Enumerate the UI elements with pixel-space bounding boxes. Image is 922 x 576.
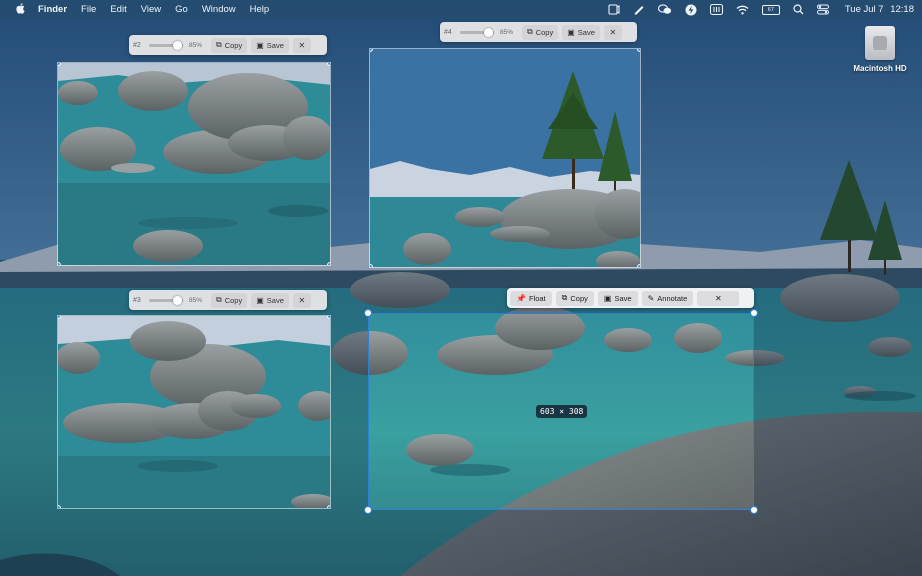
save-label: Save: [577, 27, 595, 37]
opacity-slider[interactable]: [149, 40, 183, 50]
pin-number: #3: [133, 296, 141, 304]
copy-icon: ⧉: [216, 40, 222, 49]
screenshot-icon[interactable]: [608, 0, 620, 19]
copy-label: Copy: [224, 295, 243, 305]
clock-day: Tue Jul 7: [844, 4, 884, 15]
save-label: Save: [614, 293, 632, 303]
opacity-slider[interactable]: [149, 295, 183, 305]
save-icon: ▣: [256, 295, 264, 305]
pin-number: #2: [133, 41, 141, 49]
copy-button[interactable]: ⧉ Copy: [555, 290, 594, 306]
close-button[interactable]: ✕: [292, 37, 311, 53]
pin-toolbar-2: #2 85% ⧉ Copy ▣ Save ✕: [129, 35, 327, 55]
save-icon: ▣: [603, 293, 612, 303]
close-button[interactable]: ✕: [697, 290, 740, 306]
capture-toolbar: 📌 Float ⧉ Copy ▣ Save ✎ Annotate ✕: [507, 288, 754, 308]
opacity-value: 85%: [189, 41, 203, 49]
save-icon: ▣: [256, 40, 264, 50]
menu-window[interactable]: Window: [202, 4, 236, 15]
wifi-icon[interactable]: [736, 0, 749, 19]
hard-drive-icon: [865, 26, 895, 60]
copy-label: Copy: [535, 27, 554, 37]
close-icon: ✕: [609, 27, 617, 37]
close-icon: ✕: [714, 293, 722, 303]
pin-icon: 📌: [516, 293, 526, 303]
apple-menu[interactable]: [10, 2, 30, 17]
close-button[interactable]: ✕: [603, 24, 622, 40]
close-icon: ✕: [298, 40, 306, 50]
save-label: Save: [266, 295, 284, 305]
capture-image: [58, 63, 330, 265]
opacity-value: 85%: [189, 296, 203, 304]
pin-number: #4: [444, 28, 452, 36]
pencil-icon: ✎: [647, 293, 655, 303]
status-area: 67 Tue Jul 7 12:18: [595, 0, 914, 19]
float-label: Float: [528, 293, 546, 303]
save-button[interactable]: ▣ Save: [251, 292, 289, 308]
pinned-capture-2[interactable]: [57, 62, 331, 266]
selection-handle-top-left[interactable]: [364, 309, 372, 317]
close-icon: ✕: [298, 295, 306, 305]
save-label: Save: [266, 40, 284, 50]
clock-time: 12:18: [890, 4, 914, 15]
lightning-icon[interactable]: [685, 0, 697, 19]
wechat-icon[interactable]: [657, 0, 672, 19]
menu-view[interactable]: View: [141, 4, 161, 15]
menu-edit[interactable]: Edit: [110, 4, 126, 15]
copy-button[interactable]: ⧉ Copy: [211, 37, 248, 53]
search-icon[interactable]: [793, 0, 804, 19]
menu-bar: Finder File Edit View Go Window Help 67 …: [0, 0, 922, 19]
desktop: Finder File Edit View Go Window Help 67 …: [0, 0, 922, 576]
control-center-icon[interactable]: [816, 0, 829, 19]
copy-button[interactable]: ⧉ Copy: [211, 292, 248, 308]
menu-clock[interactable]: Tue Jul 7 12:18: [841, 4, 914, 15]
pen-icon[interactable]: [633, 0, 645, 19]
copy-label: Copy: [224, 40, 243, 50]
macintosh-hd-drive[interactable]: Macintosh HD: [848, 26, 912, 73]
copy-icon: ⧉: [561, 293, 568, 302]
selection-handle-bottom-left[interactable]: [364, 506, 372, 514]
copy-label: Copy: [570, 293, 588, 303]
save-button[interactable]: ▣ Save: [597, 290, 638, 306]
pin-toolbar-3: #3 85% ⧉ Copy ▣ Save ✕: [129, 290, 327, 310]
battery-icon[interactable]: 67: [761, 0, 780, 19]
input-method-icon[interactable]: [709, 0, 723, 19]
close-button[interactable]: ✕: [292, 292, 311, 308]
save-button[interactable]: ▣ Save: [562, 24, 600, 40]
menu-go[interactable]: Go: [175, 4, 188, 15]
opacity-value: 85%: [500, 28, 514, 36]
menu-help[interactable]: Help: [250, 4, 270, 15]
save-icon: ▣: [567, 27, 575, 37]
float-button[interactable]: 📌 Float: [510, 290, 552, 306]
copy-icon: ⧉: [216, 295, 222, 304]
menu-file[interactable]: File: [81, 4, 96, 15]
pinned-capture-3[interactable]: [57, 315, 331, 509]
capture-image: [370, 49, 640, 267]
apple-icon: [15, 2, 25, 17]
menu-app-name[interactable]: Finder: [38, 4, 67, 15]
copy-button[interactable]: ⧉ Copy: [522, 24, 559, 40]
pin-toolbar-4: #4 85% ⧉ Copy ▣ Save ✕: [440, 22, 637, 42]
opacity-slider[interactable]: [460, 27, 494, 37]
annotate-label: Annotate: [657, 293, 688, 303]
capture-image: [58, 316, 330, 508]
selection-handle-bottom-right[interactable]: [750, 506, 758, 514]
selection-size-label: 603 × 308: [536, 405, 588, 418]
copy-icon: ⧉: [527, 27, 533, 36]
annotate-button[interactable]: ✎ Annotate: [641, 290, 694, 306]
save-button[interactable]: ▣ Save: [251, 37, 289, 53]
drive-label: Macintosh HD: [853, 64, 907, 73]
battery-level: 67: [761, 4, 780, 15]
pinned-capture-4[interactable]: [369, 48, 641, 268]
selection-handle-top-right[interactable]: [750, 309, 758, 317]
